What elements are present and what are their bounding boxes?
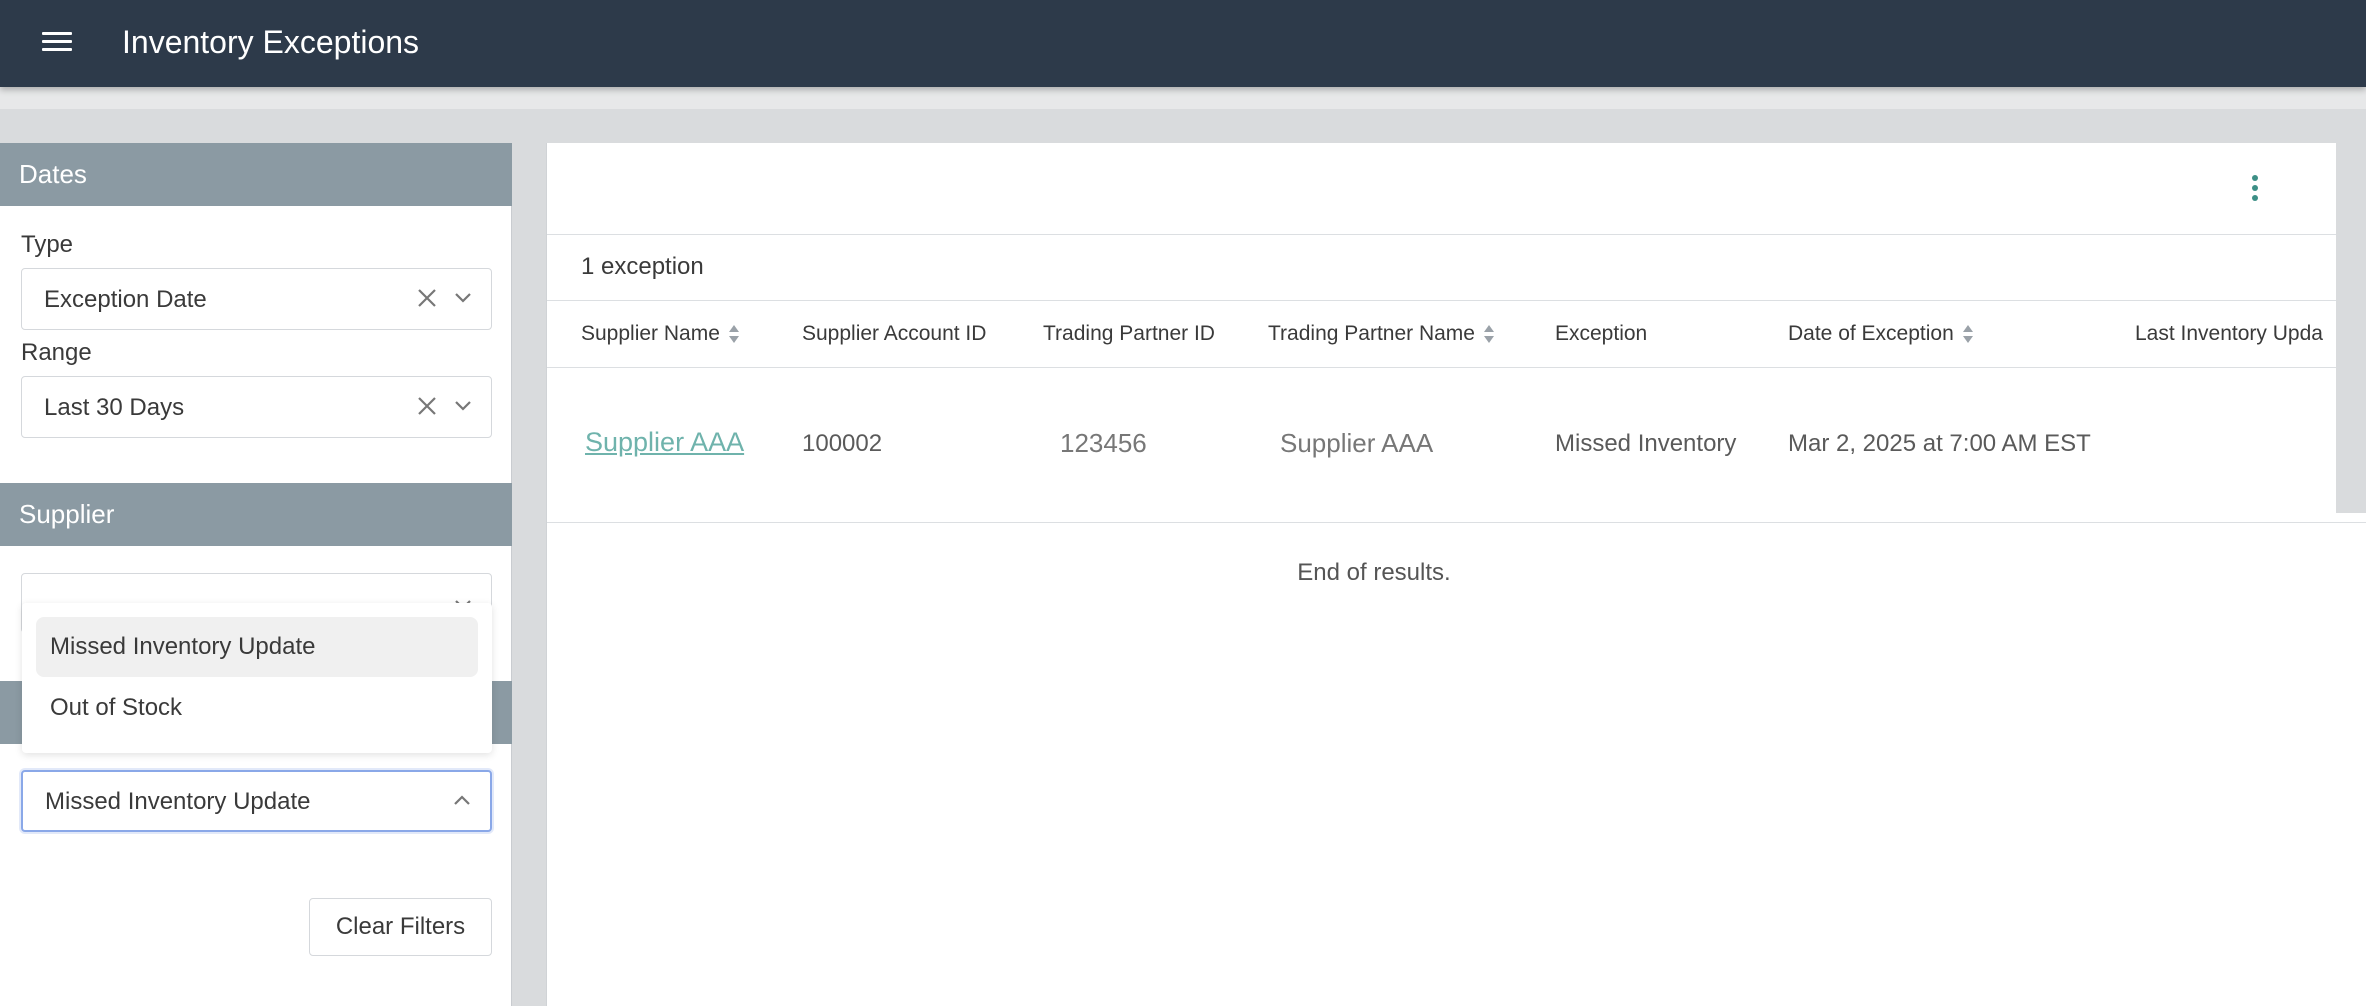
table-cell-supplier-name-link[interactable]: Supplier AAA: [585, 427, 744, 458]
table-cell-trading-partner-id: 123456: [1060, 428, 1147, 458]
page-title: Inventory Exceptions: [122, 24, 420, 60]
table-cell-trading-partner-name: Supplier AAA: [1280, 428, 1434, 458]
column-header-exception: Exception: [1555, 322, 1648, 345]
top-app-bar: Inventory Exceptions: [0, 0, 2366, 87]
more-options-icon[interactable]: [2247, 173, 2261, 205]
type-label: Type: [21, 231, 74, 258]
table-cell-supplier-account-id: 100002: [802, 430, 883, 457]
range-select-value: Last 30 Days: [44, 394, 185, 421]
results-panel: 1 exception Supplier Name Supplier Accou…: [546, 143, 2366, 1006]
sort-icon[interactable]: [728, 323, 740, 345]
column-header-supplier-name[interactable]: Supplier Name: [581, 322, 740, 346]
dates-section-header[interactable]: Dates: [0, 143, 512, 206]
column-header-last-inventory-update: Last Inventory Upda: [2135, 322, 2323, 345]
divider: [547, 300, 2366, 301]
range-label: Range: [21, 339, 92, 366]
end-of-results: End of results.: [1297, 559, 1451, 586]
clear-icon[interactable]: [415, 286, 439, 310]
dropdown-option-out-of-stock[interactable]: Out of Stock: [36, 678, 478, 738]
results-count: 1 exception: [581, 253, 704, 280]
column-header-date-of-exception[interactable]: Date of Exception: [1788, 322, 1974, 346]
range-select[interactable]: Last 30 Days: [21, 376, 492, 438]
exception-type-select[interactable]: Missed Inventory Update: [21, 770, 492, 832]
table-cell-date-of-exception: Mar 2, 2025 at 7:00 AM EST: [1788, 430, 2091, 457]
supplier-section-header[interactable]: Supplier: [0, 483, 512, 546]
filter-sidebar: Dates Type Exception Date Range Last 30 …: [0, 143, 512, 1006]
divider: [547, 522, 2366, 523]
sub-header-bar: [0, 87, 2366, 109]
clear-icon[interactable]: [415, 394, 439, 418]
divider: [547, 234, 2366, 235]
type-select-value: Exception Date: [44, 286, 207, 313]
type-select[interactable]: Exception Date: [21, 268, 492, 330]
column-header-trading-partner-name[interactable]: Trading Partner Name: [1268, 322, 1495, 346]
sort-icon[interactable]: [1483, 323, 1495, 345]
column-header-supplier-account-id: Supplier Account ID: [802, 322, 987, 345]
scrollbar-track[interactable]: [2336, 143, 2366, 513]
chevron-down-icon[interactable]: [453, 291, 473, 305]
divider: [547, 367, 2366, 368]
dropdown-option-missed-inventory-update[interactable]: Missed Inventory Update: [36, 617, 478, 677]
menu-icon[interactable]: [42, 30, 72, 54]
column-header-trading-partner-id: Trading Partner ID: [1043, 322, 1215, 345]
clear-filters-button[interactable]: Clear Filters: [309, 898, 492, 956]
chevron-down-icon[interactable]: [453, 399, 473, 413]
exception-select-value: Missed Inventory Update: [45, 788, 311, 815]
table-cell-exception: Missed Inventory: [1555, 430, 1737, 457]
chevron-up-icon[interactable]: [452, 793, 472, 807]
exception-type-dropdown: Missed Inventory Update Out of Stock: [22, 603, 492, 753]
sort-icon[interactable]: [1962, 323, 1974, 345]
